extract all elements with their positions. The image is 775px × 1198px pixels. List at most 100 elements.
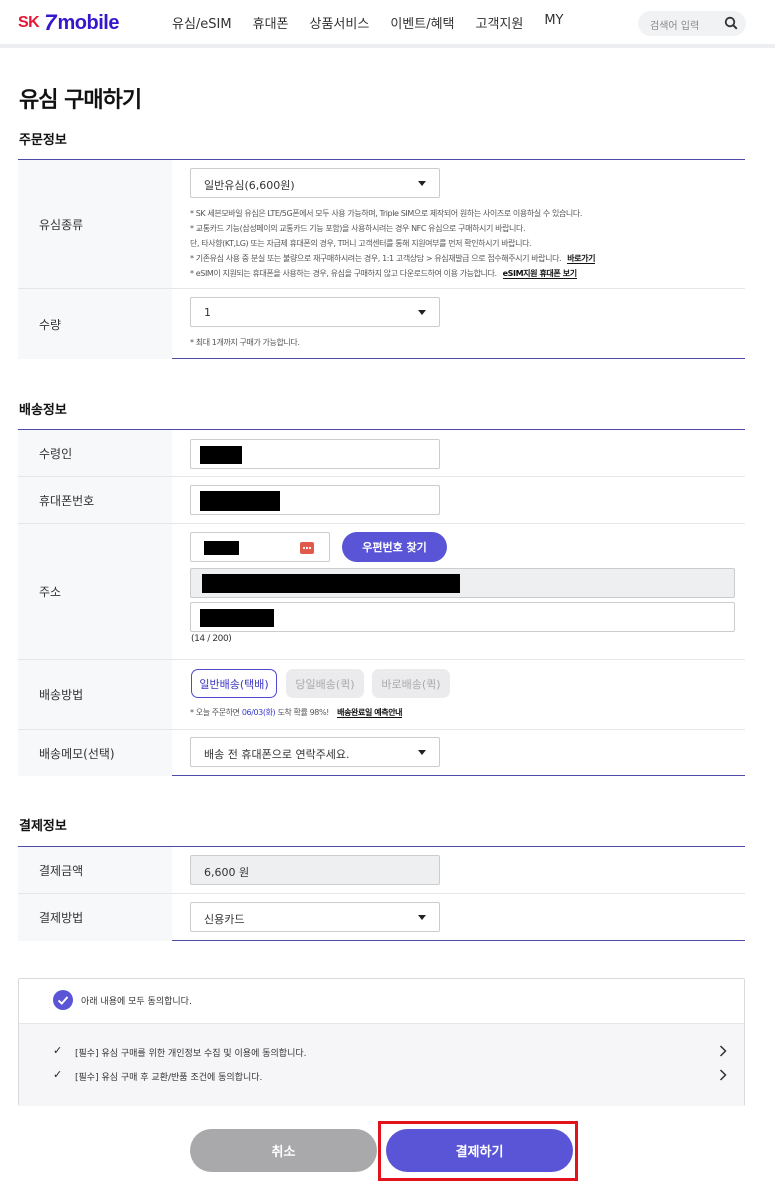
chevron-down-icon xyxy=(418,750,426,755)
chevron-right-icon[interactable] xyxy=(716,1068,730,1082)
zipcode-input[interactable] xyxy=(190,532,330,562)
agree-all-label: 아래 내용에 모두 동의합니다. xyxy=(81,997,192,1007)
address-char-count: (14 / 200) xyxy=(191,634,232,644)
nav-item-usim-esim[interactable]: 유심/eSIM xyxy=(172,13,232,32)
phone-label: 휴대폰번호 xyxy=(18,477,172,523)
agree-all-row[interactable]: 아래 내용에 모두 동의합니다. xyxy=(19,979,744,1024)
cancel-button[interactable]: 취소 xyxy=(190,1129,377,1172)
usim-note-1: * SK 세븐모바일 유심은 LTE/5G폰에서 모두 사용 가능하며, Tri… xyxy=(190,209,582,218)
redacted-phone xyxy=(200,491,280,511)
logo-seven-mark: 7 xyxy=(44,10,57,35)
payment-section-title: 결제정보 xyxy=(19,819,67,834)
eta-date: 06/03(화) xyxy=(241,708,276,717)
chevron-down-icon xyxy=(418,310,426,315)
quantity-label: 수량 xyxy=(18,289,172,359)
top-navigation-bar: SK 7 mobile 유심/eSIM 휴대폰 상품서비스 이벤트/혜택 고객지… xyxy=(0,0,775,48)
quantity-select[interactable]: 1 xyxy=(190,297,440,327)
method-same-day-button[interactable]: 당일배송(퀵) xyxy=(286,669,364,698)
method-standard-button[interactable]: 일반배송(택배) xyxy=(191,669,277,698)
delivery-method-row: 배송방법 일반배송(택배) 당일배송(퀵) 바로배송(퀵) * 오늘 주문하면 … xyxy=(18,660,745,730)
order-info-table: 유심종류 일반유심(6,600원) * SK 세븐모바일 유심은 LTE/5G폰… xyxy=(18,159,745,359)
delivery-section-title: 배송정보 xyxy=(19,403,67,418)
delivery-memo-value: 배송 전 휴대폰으로 연락주세요. xyxy=(204,748,350,761)
chevron-right-icon[interactable] xyxy=(716,1044,730,1058)
payment-amount-label: 결제금액 xyxy=(18,847,172,893)
main-menu: 유심/eSIM 휴대폰 상품서비스 이벤트/혜택 고객지원 MY xyxy=(172,13,585,32)
nav-item-events[interactable]: 이벤트/혜택 xyxy=(390,13,454,32)
usim-note-4-text: * 기존유심 사용 중 분실 또는 불량으로 재구매하시려는 경우, 1:1 고… xyxy=(190,254,562,263)
check-circle-icon[interactable] xyxy=(53,990,73,1010)
term-return-item[interactable]: ✓ [필수] 유심 구매 후 교환/반품 조건에 동의합니다. xyxy=(53,1068,727,1083)
eta-guide-link[interactable]: 배송완료일 예측안내 xyxy=(337,708,403,718)
address-detail-input[interactable] xyxy=(190,602,735,632)
usim-note-3: 단, 타사향(KT,LG) 또는 자급제 휴대폰의 경우, T머니 고객센터를 … xyxy=(190,239,532,248)
search-input[interactable]: 검색어 입력 xyxy=(638,11,746,36)
delivery-memo-label: 배송메모(선택) xyxy=(18,730,172,776)
term-privacy-label: [필수] 유심 구매를 위한 개인정보 수집 및 이용에 동의합니다. xyxy=(75,1049,307,1059)
payment-info-table: 결제금액 6,600 원 결제방법 신용카드 xyxy=(18,846,745,941)
usim-note-4: * 기존유심 사용 중 분실 또는 불량으로 재구매하시려는 경우, 1:1 고… xyxy=(190,253,595,264)
nav-item-products[interactable]: 상품서비스 xyxy=(310,13,370,32)
redacted-address xyxy=(202,574,460,593)
quantity-row: 수량 1 * 최대 1개까지 구매가 가능합니다. xyxy=(18,289,745,359)
nav-item-support[interactable]: 고객지원 xyxy=(476,13,524,32)
eta-suffix: 도착 확률 98%! xyxy=(277,708,329,717)
payment-amount-row: 결제금액 6,600 원 xyxy=(18,847,745,894)
payment-method-row: 결제방법 신용카드 xyxy=(18,894,745,941)
chevron-down-icon xyxy=(418,915,426,920)
redacted-zipcode xyxy=(204,541,239,555)
usim-note-5: * eSIM이 지원되는 휴대폰을 사용하는 경우, 유심을 구매하지 않고 다… xyxy=(190,268,577,279)
nav-item-my[interactable]: MY xyxy=(544,13,563,32)
agreement-terms-list: ✓ [필수] 유심 구매를 위한 개인정보 수집 및 이용에 동의합니다. ✓ … xyxy=(19,1024,744,1106)
chevron-down-icon xyxy=(418,181,426,186)
eta-prefix: * 오늘 주문하면 xyxy=(190,708,240,717)
search-placeholder: 검색어 입력 xyxy=(650,21,700,32)
check-icon[interactable]: ✓ xyxy=(53,1068,62,1081)
payment-amount-value: 6,600 원 xyxy=(204,866,250,879)
delivery-memo-select[interactable]: 배송 전 휴대폰으로 연락주세요. xyxy=(190,737,440,767)
phone-input[interactable] xyxy=(190,485,440,515)
agreement-box: 아래 내용에 모두 동의합니다. ✓ [필수] 유심 구매를 위한 개인정보 수… xyxy=(18,978,745,1106)
term-privacy-item[interactable]: ✓ [필수] 유심 구매를 위한 개인정보 수집 및 이용에 동의합니다. xyxy=(53,1044,727,1059)
address-row: 주소 우편번호 찾기 (14 / 200) xyxy=(18,524,745,660)
address-main-input xyxy=(190,568,735,598)
delivery-info-table: 수령인 휴대폰번호 주소 우편번호 찾기 (14 / 200) 배송방법 일반배… xyxy=(18,429,745,776)
term-return-label: [필수] 유심 구매 후 교환/반품 조건에 동의합니다. xyxy=(75,1073,263,1083)
zipcode-search-button[interactable]: 우편번호 찾기 xyxy=(342,532,447,562)
usim-note-2: * 교통카드 기능(삼성페이의 교통카드 기능 포함)을 사용하시려는 경우 N… xyxy=(190,224,526,233)
receiver-label: 수령인 xyxy=(18,430,172,476)
password-dots-icon xyxy=(300,542,314,554)
esim-phones-link[interactable]: eSIM지원 휴대폰 보기 xyxy=(502,269,577,279)
receiver-input[interactable] xyxy=(190,439,440,469)
page-title: 유심 구매하기 xyxy=(19,88,142,113)
usim-type-label: 유심종류 xyxy=(18,160,172,288)
address-label: 주소 xyxy=(18,524,172,659)
order-section-title: 주문정보 xyxy=(19,133,67,148)
method-instant-button[interactable]: 바로배송(퀵) xyxy=(372,669,450,698)
quantity-note: * 최대 1개까지 구매가 가능합니다. xyxy=(190,338,300,347)
logo-sk-text: SK xyxy=(18,14,40,31)
usim-type-value: 일반유심(6,600원) xyxy=(204,179,295,192)
receiver-row: 수령인 xyxy=(18,430,745,477)
redacted-name xyxy=(200,446,242,464)
search-icon[interactable] xyxy=(724,16,738,30)
pay-button[interactable]: 결제하기 xyxy=(386,1129,573,1172)
usim-type-select[interactable]: 일반유심(6,600원) xyxy=(190,168,440,198)
delivery-eta-note: * 오늘 주문하면 06/03(화) 도착 확률 98%! 배송완료일 예측안내 xyxy=(190,707,403,718)
quantity-value: 1 xyxy=(204,306,211,319)
payment-method-select[interactable]: 신용카드 xyxy=(190,902,440,932)
check-icon[interactable]: ✓ xyxy=(53,1044,62,1057)
reissue-go-link[interactable]: 바로가기 xyxy=(567,254,595,264)
delivery-memo-row: 배송메모(선택) 배송 전 휴대폰으로 연락주세요. xyxy=(18,730,745,776)
usim-type-row: 유심종류 일반유심(6,600원) * SK 세븐모바일 유심은 LTE/5G폰… xyxy=(18,160,745,289)
delivery-method-label: 배송방법 xyxy=(18,660,172,729)
redacted-address-detail xyxy=(200,609,274,627)
logo-brand-text: mobile xyxy=(57,11,119,34)
usim-note-5-text: * eSIM이 지원되는 휴대폰을 사용하는 경우, 유심을 구매하지 않고 다… xyxy=(190,269,497,278)
phone-row: 휴대폰번호 xyxy=(18,477,745,524)
payment-method-label: 결제방법 xyxy=(18,894,172,941)
payment-amount-field: 6,600 원 xyxy=(190,855,440,885)
sk-7mobile-logo[interactable]: SK 7 mobile xyxy=(18,10,119,36)
payment-method-value: 신용카드 xyxy=(204,913,245,926)
nav-item-phones[interactable]: 휴대폰 xyxy=(253,13,289,32)
